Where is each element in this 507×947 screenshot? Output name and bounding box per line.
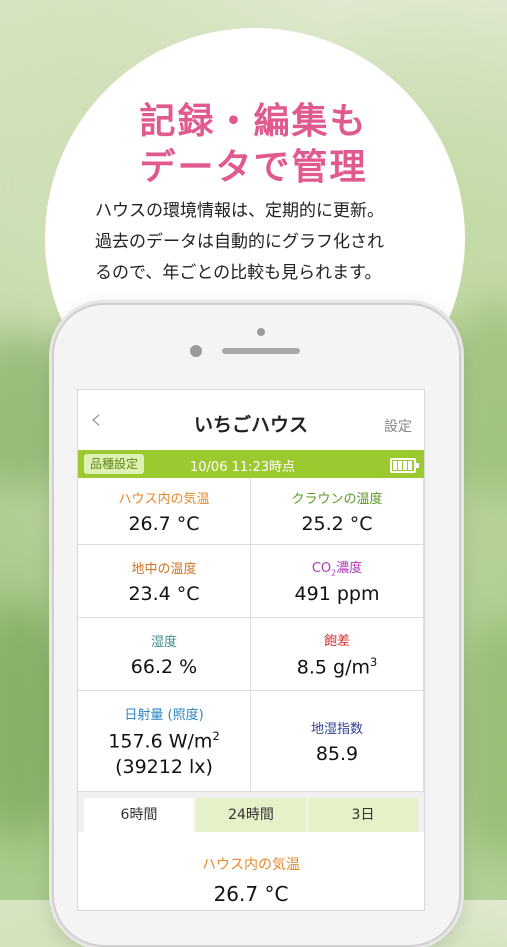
page-title: いちごハウス bbox=[193, 414, 308, 436]
saturation-value-sup: 3 bbox=[369, 654, 378, 669]
soil-temp-value: 23.4 °C bbox=[128, 582, 200, 605]
humidity-value: 66.2 % bbox=[130, 655, 198, 678]
battery-full-icon bbox=[390, 458, 419, 473]
saturation-value: 8.5 g/m3 bbox=[251, 655, 423, 678]
soil-temp-label: 地中の温度 bbox=[131, 561, 197, 577]
promo-description: ハウスの環境情報は、定期的に更新。 過去のデータは自動的にグラフ化され るので、… bbox=[95, 196, 435, 289]
co2-value: 491 ppm bbox=[294, 583, 380, 606]
reading-crown-temp[interactable]: クラウンの温度 25.2 °C bbox=[251, 478, 423, 544]
co2-label-post: 濃度 bbox=[336, 560, 363, 576]
update-timestamp: 10/06 11:23時点 bbox=[190, 460, 296, 475]
reading-co2[interactable]: CO2濃度 491 ppm bbox=[251, 545, 423, 617]
chart-preview-value: 26.7 °C bbox=[213, 882, 289, 906]
reading-soil-temp[interactable]: 地中の温度 23.4 °C bbox=[78, 545, 250, 617]
tab-3d[interactable]: 3日 bbox=[308, 798, 418, 832]
saturation-value-pre: 8.5 g/m bbox=[296, 656, 370, 679]
air-temp-label: ハウス内の気温 bbox=[118, 491, 210, 507]
front-sensor-icon bbox=[257, 328, 265, 336]
soil-moisture-label: 地湿指数 bbox=[310, 721, 363, 737]
co2-label: CO2濃度 bbox=[251, 557, 423, 578]
air-temp-value: 26.7 °C bbox=[128, 512, 200, 535]
solar-label: 日射量 (照度) bbox=[124, 707, 204, 723]
tab-24h[interactable]: 24時間 bbox=[196, 798, 306, 832]
solar-value-sup: 2 bbox=[212, 728, 220, 743]
promo-desc-line1: ハウスの環境情報は、定期的に更新。 bbox=[95, 201, 384, 221]
crown-temp-label: クラウンの温度 bbox=[291, 491, 383, 507]
humidity-label: 湿度 bbox=[150, 634, 177, 650]
chart-preview: ハウス内の気温 26.7 °C bbox=[78, 832, 424, 910]
front-camera-icon bbox=[190, 345, 202, 357]
reading-saturation[interactable]: 飽差 8.5 g/m3 bbox=[251, 618, 423, 690]
range-tabs: 6時間 24時間 3日 bbox=[78, 792, 424, 832]
co2-label-pre: CO bbox=[311, 560, 332, 576]
reading-air-temp[interactable]: ハウス内の気温 26.7 °C bbox=[78, 478, 250, 544]
solar-value: 157.6 W/m2 bbox=[78, 729, 250, 752]
solar-value-pre: 157.6 W/m bbox=[108, 730, 213, 753]
soil-moisture-value: 85.9 bbox=[315, 742, 359, 765]
reading-soil-moisture[interactable]: 地湿指数 85.9 bbox=[251, 691, 423, 791]
reading-humidity[interactable]: 湿度 66.2 % bbox=[78, 618, 250, 690]
chart-preview-label: ハウス内の気温 bbox=[202, 857, 300, 873]
readings-grid: ハウス内の気温 26.7 °C クラウンの温度 25.2 °C 地中の温度 23… bbox=[78, 478, 424, 792]
promo-desc-line3: るので、年ごとの比較も見られます。 bbox=[95, 263, 382, 283]
solar-lux-value: (39212 lx) bbox=[115, 756, 213, 779]
promo-desc-line2: 過去のデータは自動的にグラフ化され bbox=[95, 232, 384, 252]
status-bar: 品種設定 10/06 11:23時点 bbox=[78, 450, 424, 478]
settings-button[interactable]: 設定 bbox=[384, 416, 412, 436]
saturation-label: 飽差 bbox=[323, 633, 350, 649]
promo-headline-line1: 記録・編集も bbox=[139, 101, 368, 142]
crown-temp-value: 25.2 °C bbox=[301, 512, 373, 535]
variety-settings-button[interactable]: 品種設定 bbox=[84, 454, 145, 474]
tab-6h[interactable]: 6時間 bbox=[84, 798, 194, 832]
reading-solar[interactable]: 日射量 (照度) 157.6 W/m2 (39212 lx) bbox=[78, 691, 250, 791]
earpiece-speaker-icon bbox=[222, 348, 300, 354]
promo-headline-line2: データで管理 bbox=[139, 147, 368, 188]
app-screen: ‹ いちごハウス 設定 品種設定 10/06 11:23時点 ハウス内の気温 2… bbox=[77, 389, 425, 911]
nav-bar: ‹ いちごハウス 設定 bbox=[78, 390, 424, 450]
